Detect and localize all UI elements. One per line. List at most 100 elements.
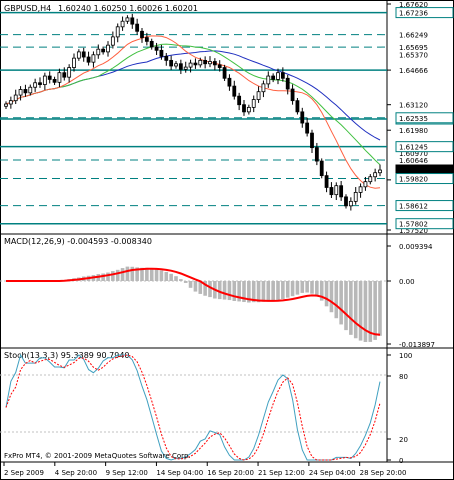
candle-body (271, 75, 276, 80)
candle-body (135, 23, 140, 32)
candle-body (8, 100, 13, 105)
macd-bar (101, 273, 105, 281)
candle-body (378, 169, 382, 174)
candle-body (188, 62, 193, 68)
stoch-tick-label: 80 (399, 373, 408, 381)
level-price-label: 1.57802 (399, 221, 428, 229)
candle-body (310, 132, 314, 149)
macd-bar (285, 281, 290, 298)
macd-bar (373, 281, 377, 340)
macd-bar (358, 281, 363, 341)
time-label: 16 Sep 20:00 (207, 469, 254, 477)
candle-body (18, 89, 23, 96)
macd-bar (324, 281, 329, 307)
candle-body (159, 49, 164, 57)
macd-bar (339, 281, 343, 325)
candle-body (280, 72, 285, 79)
candle-body (339, 185, 344, 198)
candle-body (290, 88, 295, 102)
candle-body (67, 67, 72, 78)
macd-bar (169, 273, 173, 281)
macd-bar (344, 281, 348, 331)
chart-window[interactable]: GBPUSD,H4 1.60240 1.60250 1.60026 1.6020… (0, 0, 454, 480)
level-price-label: 1.58612 (399, 203, 428, 211)
candle-body (52, 79, 57, 83)
time-label: 21 Sep 12:00 (258, 469, 305, 477)
candle-body (91, 54, 96, 63)
price-level-label: 1.60646 (399, 157, 428, 165)
candle-body (86, 56, 91, 63)
time-label: 4 Sep 20:00 (55, 469, 97, 477)
candle-body (217, 64, 222, 68)
candle-body (353, 192, 358, 202)
macd-bar (305, 281, 309, 293)
candle-body (110, 36, 115, 46)
macd-bar (271, 281, 275, 302)
macd-bar (179, 279, 183, 281)
candle-body (373, 172, 378, 178)
macd-bar (154, 269, 159, 281)
candle-body (47, 75, 52, 80)
time-label: 2 Sep 2009 (4, 469, 44, 477)
candle-body (115, 26, 120, 38)
macd-bar (295, 281, 300, 295)
macd-bar (353, 281, 358, 339)
macd-bar (106, 272, 110, 281)
macd-bar (149, 268, 154, 281)
macd-bar (183, 281, 188, 283)
candle-body (140, 30, 144, 38)
candle-body (305, 122, 310, 134)
candle-body (198, 59, 203, 66)
macd-bar (217, 281, 222, 300)
macd-bar (290, 281, 295, 297)
candle-body (363, 181, 368, 188)
level-price-label: 1.62535 (399, 115, 428, 123)
candle-body (266, 75, 271, 85)
macd-bar (349, 281, 353, 335)
candle-body (227, 77, 232, 87)
candle-body (149, 40, 154, 48)
macd-bar (208, 281, 212, 298)
macd-header: MACD(12,26,9) -0.004593 -0.008340 (4, 237, 152, 246)
macd-bar (276, 281, 280, 301)
candle-body (358, 186, 363, 193)
candle-body (174, 63, 178, 67)
macd-bar (329, 281, 334, 313)
candle-body (125, 17, 130, 22)
macd-bar (222, 281, 227, 300)
candle-body (28, 86, 33, 94)
candle-body (81, 51, 86, 58)
candle-body (261, 83, 266, 93)
candle-body (348, 200, 353, 207)
candle-body (33, 82, 38, 88)
macd-bar (232, 281, 237, 301)
candle-body (334, 185, 339, 196)
candle-body (178, 63, 183, 70)
candle-body (285, 77, 290, 90)
candle-body (232, 85, 237, 97)
price-tick-label: 1.64666 (399, 67, 428, 75)
macd-bar (378, 281, 382, 336)
price-tick-label: 1.63120 (399, 102, 428, 110)
time-label: 14 Sep 04:00 (156, 469, 203, 477)
ohlc-readout: 1.60240 1.60250 1.60026 1.60201 (58, 4, 198, 13)
macd-bar (281, 281, 285, 299)
macd-bar (188, 281, 193, 288)
candle-body (208, 61, 212, 65)
candle-body (314, 147, 319, 162)
macd-bar (261, 281, 266, 302)
candle-body (246, 106, 251, 113)
level-price-label: 1.59820 (399, 176, 428, 184)
candle-body (101, 48, 106, 53)
time-label: 24 Sep 04:00 (309, 469, 356, 477)
candle-body (13, 94, 18, 102)
macd-bar (334, 281, 339, 319)
macd-bar (256, 281, 261, 303)
candle-body (276, 72, 280, 80)
price-level-label: 1.66249 (399, 32, 428, 40)
candle-body (203, 59, 208, 65)
macd-tick-label: 0.009394 (399, 243, 433, 251)
price-tick-label: 1.61980 (399, 127, 428, 135)
macd-bar (193, 281, 198, 292)
candle-body (154, 46, 159, 51)
